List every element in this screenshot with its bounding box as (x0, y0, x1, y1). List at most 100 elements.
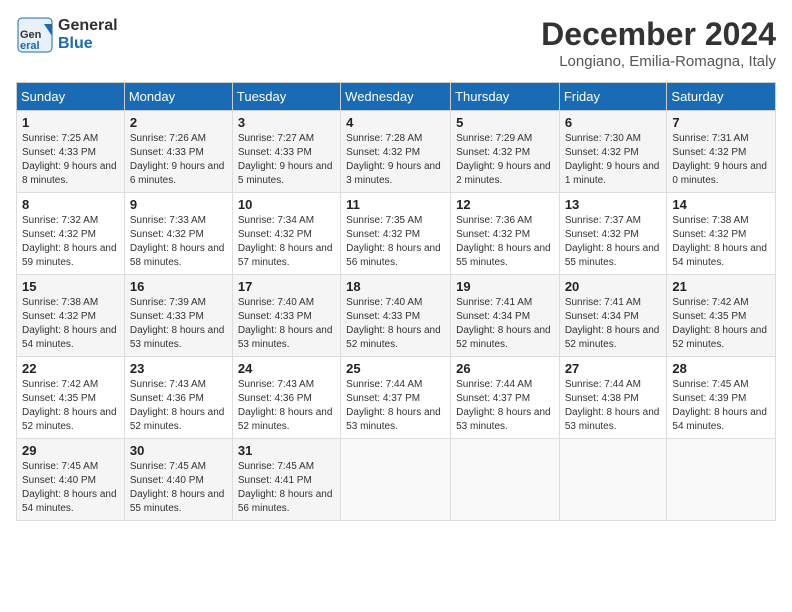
calendar-cell: 16 Sunrise: 7:39 AM Sunset: 4:33 PM Dayl… (124, 275, 232, 357)
calendar-cell: 21 Sunrise: 7:42 AM Sunset: 4:35 PM Dayl… (667, 275, 776, 357)
calendar-week-row: 15 Sunrise: 7:38 AM Sunset: 4:32 PM Dayl… (17, 275, 776, 357)
day-number: 6 (565, 115, 662, 130)
day-info: Sunrise: 7:43 AM Sunset: 4:36 PM Dayligh… (238, 378, 335, 434)
day-info: Sunrise: 7:30 AM Sunset: 4:32 PM Dayligh… (565, 132, 662, 188)
day-info: Sunrise: 7:38 AM Sunset: 4:32 PM Dayligh… (22, 296, 119, 352)
calendar-week-row: 29 Sunrise: 7:45 AM Sunset: 4:40 PM Dayl… (17, 439, 776, 521)
calendar-cell: 27 Sunrise: 7:44 AM Sunset: 4:38 PM Dayl… (559, 357, 667, 439)
day-number: 3 (238, 115, 335, 130)
day-info: Sunrise: 7:42 AM Sunset: 4:35 PM Dayligh… (22, 378, 119, 434)
location-title: Longiano, Emilia-Romagna, Italy (541, 53, 776, 70)
calendar-cell: 14 Sunrise: 7:38 AM Sunset: 4:32 PM Dayl… (667, 193, 776, 275)
day-number: 25 (346, 361, 445, 376)
day-info: Sunrise: 7:31 AM Sunset: 4:32 PM Dayligh… (672, 132, 770, 188)
logo: Gen eral General Blue (16, 16, 118, 54)
day-of-week-header: Thursday (451, 83, 560, 111)
calendar-cell (451, 439, 560, 521)
calendar-cell (559, 439, 667, 521)
calendar-cell: 28 Sunrise: 7:45 AM Sunset: 4:39 PM Dayl… (667, 357, 776, 439)
calendar-cell: 23 Sunrise: 7:43 AM Sunset: 4:36 PM Dayl… (124, 357, 232, 439)
day-number: 28 (672, 361, 770, 376)
day-number: 9 (130, 197, 227, 212)
calendar-cell: 3 Sunrise: 7:27 AM Sunset: 4:33 PM Dayli… (232, 111, 340, 193)
day-info: Sunrise: 7:36 AM Sunset: 4:32 PM Dayligh… (456, 214, 554, 270)
day-number: 18 (346, 279, 445, 294)
calendar-cell: 2 Sunrise: 7:26 AM Sunset: 4:33 PM Dayli… (124, 111, 232, 193)
calendar-cell (341, 439, 451, 521)
calendar-cell: 15 Sunrise: 7:38 AM Sunset: 4:32 PM Dayl… (17, 275, 125, 357)
calendar-cell: 25 Sunrise: 7:44 AM Sunset: 4:37 PM Dayl… (341, 357, 451, 439)
day-of-week-header: Tuesday (232, 83, 340, 111)
day-info: Sunrise: 7:45 AM Sunset: 4:40 PM Dayligh… (22, 460, 119, 516)
calendar-cell: 1 Sunrise: 7:25 AM Sunset: 4:33 PM Dayli… (17, 111, 125, 193)
day-number: 5 (456, 115, 554, 130)
logo-blue: Blue (58, 35, 93, 52)
calendar-cell (667, 439, 776, 521)
day-info: Sunrise: 7:42 AM Sunset: 4:35 PM Dayligh… (672, 296, 770, 352)
day-info: Sunrise: 7:45 AM Sunset: 4:41 PM Dayligh… (238, 460, 335, 516)
day-number: 21 (672, 279, 770, 294)
day-number: 15 (22, 279, 119, 294)
calendar-cell: 30 Sunrise: 7:45 AM Sunset: 4:40 PM Dayl… (124, 439, 232, 521)
calendar-cell: 12 Sunrise: 7:36 AM Sunset: 4:32 PM Dayl… (451, 193, 560, 275)
day-info: Sunrise: 7:38 AM Sunset: 4:32 PM Dayligh… (672, 214, 770, 270)
day-number: 24 (238, 361, 335, 376)
day-info: Sunrise: 7:45 AM Sunset: 4:40 PM Dayligh… (130, 460, 227, 516)
page-header: Gen eral General Blue December 2024 Long… (16, 16, 776, 70)
calendar-week-row: 8 Sunrise: 7:32 AM Sunset: 4:32 PM Dayli… (17, 193, 776, 275)
day-info: Sunrise: 7:37 AM Sunset: 4:32 PM Dayligh… (565, 214, 662, 270)
day-number: 16 (130, 279, 227, 294)
day-info: Sunrise: 7:25 AM Sunset: 4:33 PM Dayligh… (22, 132, 119, 188)
day-number: 2 (130, 115, 227, 130)
day-number: 29 (22, 443, 119, 458)
calendar-cell: 17 Sunrise: 7:40 AM Sunset: 4:33 PM Dayl… (232, 275, 340, 357)
day-info: Sunrise: 7:45 AM Sunset: 4:39 PM Dayligh… (672, 378, 770, 434)
day-info: Sunrise: 7:44 AM Sunset: 4:37 PM Dayligh… (456, 378, 554, 434)
calendar-cell: 11 Sunrise: 7:35 AM Sunset: 4:32 PM Dayl… (341, 193, 451, 275)
day-number: 30 (130, 443, 227, 458)
calendar-cell: 19 Sunrise: 7:41 AM Sunset: 4:34 PM Dayl… (451, 275, 560, 357)
calendar-cell: 4 Sunrise: 7:28 AM Sunset: 4:32 PM Dayli… (341, 111, 451, 193)
month-title: December 2024 (541, 16, 776, 53)
day-info: Sunrise: 7:44 AM Sunset: 4:38 PM Dayligh… (565, 378, 662, 434)
calendar-table: SundayMondayTuesdayWednesdayThursdayFrid… (16, 82, 776, 521)
day-info: Sunrise: 7:26 AM Sunset: 4:33 PM Dayligh… (130, 132, 227, 188)
day-info: Sunrise: 7:34 AM Sunset: 4:32 PM Dayligh… (238, 214, 335, 270)
day-info: Sunrise: 7:32 AM Sunset: 4:32 PM Dayligh… (22, 214, 119, 270)
day-number: 23 (130, 361, 227, 376)
day-info: Sunrise: 7:40 AM Sunset: 4:33 PM Dayligh… (346, 296, 445, 352)
calendar-cell: 13 Sunrise: 7:37 AM Sunset: 4:32 PM Dayl… (559, 193, 667, 275)
day-of-week-header: Wednesday (341, 83, 451, 111)
calendar-cell: 9 Sunrise: 7:33 AM Sunset: 4:32 PM Dayli… (124, 193, 232, 275)
day-info: Sunrise: 7:43 AM Sunset: 4:36 PM Dayligh… (130, 378, 227, 434)
calendar-cell: 31 Sunrise: 7:45 AM Sunset: 4:41 PM Dayl… (232, 439, 340, 521)
calendar-cell: 29 Sunrise: 7:45 AM Sunset: 4:40 PM Dayl… (17, 439, 125, 521)
day-of-week-header: Friday (559, 83, 667, 111)
calendar-cell: 10 Sunrise: 7:34 AM Sunset: 4:32 PM Dayl… (232, 193, 340, 275)
svg-text:eral: eral (20, 40, 40, 52)
calendar-cell: 24 Sunrise: 7:43 AM Sunset: 4:36 PM Dayl… (232, 357, 340, 439)
day-number: 10 (238, 197, 335, 212)
day-number: 7 (672, 115, 770, 130)
calendar-cell: 26 Sunrise: 7:44 AM Sunset: 4:37 PM Dayl… (451, 357, 560, 439)
day-info: Sunrise: 7:44 AM Sunset: 4:37 PM Dayligh… (346, 378, 445, 434)
day-of-week-header: Sunday (17, 83, 125, 111)
day-number: 1 (22, 115, 119, 130)
day-number: 22 (22, 361, 119, 376)
day-info: Sunrise: 7:29 AM Sunset: 4:32 PM Dayligh… (456, 132, 554, 188)
calendar-week-row: 1 Sunrise: 7:25 AM Sunset: 4:33 PM Dayli… (17, 111, 776, 193)
day-number: 14 (672, 197, 770, 212)
calendar-cell: 6 Sunrise: 7:30 AM Sunset: 4:32 PM Dayli… (559, 111, 667, 193)
day-number: 27 (565, 361, 662, 376)
day-number: 20 (565, 279, 662, 294)
day-info: Sunrise: 7:35 AM Sunset: 4:32 PM Dayligh… (346, 214, 445, 270)
day-of-week-header: Monday (124, 83, 232, 111)
calendar-week-row: 22 Sunrise: 7:42 AM Sunset: 4:35 PM Dayl… (17, 357, 776, 439)
calendar-cell: 5 Sunrise: 7:29 AM Sunset: 4:32 PM Dayli… (451, 111, 560, 193)
day-number: 31 (238, 443, 335, 458)
calendar-cell: 20 Sunrise: 7:41 AM Sunset: 4:34 PM Dayl… (559, 275, 667, 357)
day-number: 19 (456, 279, 554, 294)
day-number: 12 (456, 197, 554, 212)
day-number: 11 (346, 197, 445, 212)
calendar-cell: 22 Sunrise: 7:42 AM Sunset: 4:35 PM Dayl… (17, 357, 125, 439)
